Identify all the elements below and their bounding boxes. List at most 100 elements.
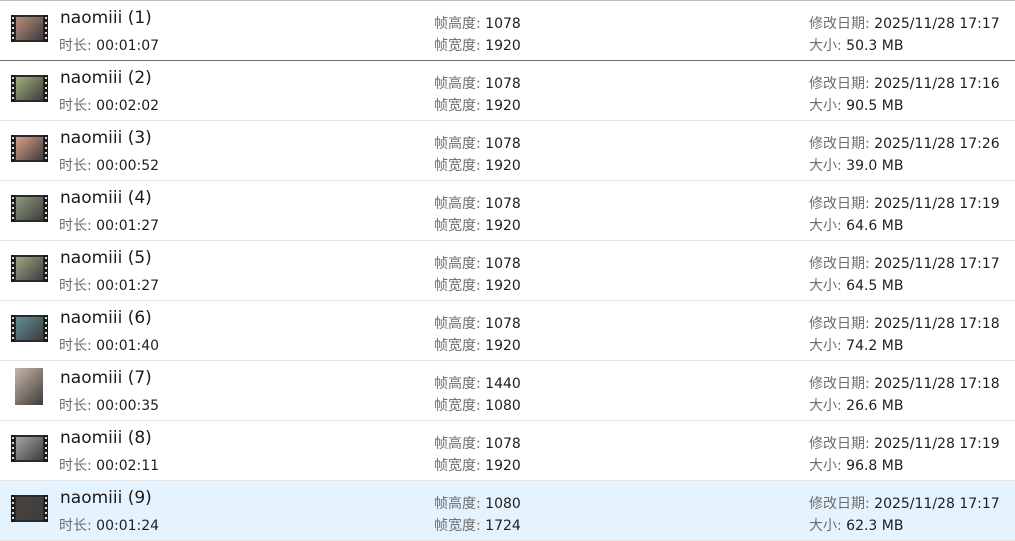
frame-width-field: 帧宽度: 1920	[434, 155, 521, 175]
frame-width-value: 1920	[485, 338, 521, 354]
file-size-field: 大小: 90.5 MB	[809, 95, 903, 115]
frame-width-label: 帧宽度:	[434, 398, 481, 414]
frame-height-label: 帧高度:	[434, 256, 481, 272]
modified-date-label: 修改日期:	[809, 136, 870, 152]
duration-label: 时长:	[59, 518, 92, 534]
duration-field: 时长: 00:02:11	[59, 455, 159, 475]
file-row[interactable]: naomiii (1) 时长: 00:01:07 帧高度: 1078 帧宽度: …	[0, 1, 1015, 61]
file-row[interactable]: naomiii (5) 时长: 00:01:27 帧高度: 1078 帧宽度: …	[0, 241, 1015, 301]
duration-label: 时长:	[59, 278, 92, 294]
frame-width-label: 帧宽度:	[434, 98, 481, 114]
duration-value: 00:00:52	[96, 158, 160, 174]
duration-value: 00:01:27	[96, 218, 160, 234]
modified-date-field: 修改日期: 2025/11/28 17:17	[809, 493, 1000, 513]
modified-date-value: 2025/11/28 17:17	[874, 256, 1000, 272]
modified-date-label: 修改日期:	[809, 76, 870, 92]
frame-height-value: 1440	[485, 376, 521, 392]
modified-date-value: 2025/11/28 17:19	[874, 196, 1000, 212]
frame-height-value: 1078	[485, 436, 521, 452]
frame-width-label: 帧宽度:	[434, 158, 481, 174]
modified-date-value: 2025/11/28 17:19	[874, 436, 1000, 452]
frame-height-field: 帧高度: 1078	[434, 193, 521, 213]
frame-height-value: 1078	[485, 16, 521, 32]
file-size-field: 大小: 39.0 MB	[809, 155, 903, 175]
file-size-field: 大小: 26.6 MB	[809, 395, 903, 415]
file-name[interactable]: naomiii (8)	[60, 428, 152, 448]
modified-date-field: 修改日期: 2025/11/28 17:18	[809, 313, 1000, 333]
frame-height-field: 帧高度: 1078	[434, 313, 521, 333]
modified-date-field: 修改日期: 2025/11/28 17:26	[809, 133, 1000, 153]
frame-height-value: 1078	[485, 196, 521, 212]
file-name[interactable]: naomiii (2)	[60, 68, 152, 88]
file-name[interactable]: naomiii (1)	[60, 8, 152, 28]
file-size-field: 大小: 74.2 MB	[809, 335, 903, 355]
frame-width-field: 帧宽度: 1920	[434, 95, 521, 115]
frame-height-label: 帧高度:	[434, 436, 481, 452]
file-row[interactable]: naomiii (7) 时长: 00:00:35 帧高度: 1440 帧宽度: …	[0, 361, 1015, 421]
duration-label: 时长:	[59, 338, 92, 354]
file-list[interactable]: naomiii (1) 时长: 00:01:07 帧高度: 1078 帧宽度: …	[0, 0, 1015, 541]
file-name[interactable]: naomiii (9)	[60, 488, 152, 508]
duration-label: 时长:	[59, 458, 92, 474]
duration-label: 时长:	[59, 38, 92, 54]
video-thumbnail-icon	[11, 315, 48, 342]
file-size-value: 39.0 MB	[846, 158, 904, 174]
frame-height-value: 1078	[485, 316, 521, 332]
file-row[interactable]: naomiii (3) 时长: 00:00:52 帧高度: 1078 帧宽度: …	[0, 121, 1015, 181]
file-row[interactable]: naomiii (2) 时长: 00:02:02 帧高度: 1078 帧宽度: …	[0, 61, 1015, 121]
file-row[interactable]: naomiii (9) 时长: 00:01:24 帧高度: 1080 帧宽度: …	[0, 481, 1015, 541]
file-row[interactable]: naomiii (6) 时长: 00:01:40 帧高度: 1078 帧宽度: …	[0, 301, 1015, 361]
modified-date-value: 2025/11/28 17:18	[874, 376, 1000, 392]
file-size-value: 74.2 MB	[846, 338, 904, 354]
frame-height-value: 1078	[485, 76, 521, 92]
file-name[interactable]: naomiii (7)	[60, 368, 152, 388]
duration-value: 00:01:27	[96, 278, 160, 294]
frame-width-value: 1920	[485, 218, 521, 234]
duration-label: 时长:	[59, 158, 92, 174]
modified-date-value: 2025/11/28 17:18	[874, 316, 1000, 332]
file-size-field: 大小: 62.3 MB	[809, 515, 903, 535]
frame-height-label: 帧高度:	[434, 376, 481, 392]
file-size-value: 64.5 MB	[846, 278, 904, 294]
file-size-value: 64.6 MB	[846, 218, 904, 234]
file-size-value: 62.3 MB	[846, 518, 904, 534]
duration-value: 00:02:11	[96, 458, 160, 474]
frame-height-label: 帧高度:	[434, 196, 481, 212]
file-name[interactable]: naomiii (3)	[60, 128, 152, 148]
frame-width-value: 1920	[485, 98, 521, 114]
modified-date-value: 2025/11/28 17:17	[874, 496, 1000, 512]
frame-height-label: 帧高度:	[434, 316, 481, 332]
video-thumbnail-icon	[11, 135, 48, 162]
frame-height-value: 1078	[485, 136, 521, 152]
file-row[interactable]: naomiii (4) 时长: 00:01:27 帧高度: 1078 帧宽度: …	[0, 181, 1015, 241]
frame-width-field: 帧宽度: 1920	[434, 215, 521, 235]
duration-field: 时长: 00:01:27	[59, 275, 159, 295]
file-size-field: 大小: 64.6 MB	[809, 215, 903, 235]
duration-label: 时长:	[59, 398, 92, 414]
duration-value: 00:02:02	[96, 98, 160, 114]
file-name[interactable]: naomiii (6)	[60, 308, 152, 328]
modified-date-field: 修改日期: 2025/11/28 17:19	[809, 433, 1000, 453]
frame-width-label: 帧宽度:	[434, 278, 481, 294]
modified-date-label: 修改日期:	[809, 196, 870, 212]
frame-height-label: 帧高度:	[434, 16, 481, 32]
file-size-field: 大小: 96.8 MB	[809, 455, 903, 475]
file-size-label: 大小:	[809, 38, 842, 54]
duration-field: 时长: 00:01:40	[59, 335, 159, 355]
video-thumbnail-icon	[11, 195, 48, 222]
file-row[interactable]: naomiii (8) 时长: 00:02:11 帧高度: 1078 帧宽度: …	[0, 421, 1015, 481]
frame-height-field: 帧高度: 1080	[434, 493, 521, 513]
file-size-value: 96.8 MB	[846, 458, 904, 474]
frame-width-field: 帧宽度: 1920	[434, 275, 521, 295]
frame-height-field: 帧高度: 1440	[434, 373, 521, 393]
frame-width-label: 帧宽度:	[434, 218, 481, 234]
file-name[interactable]: naomiii (4)	[60, 188, 152, 208]
file-name[interactable]: naomiii (5)	[60, 248, 152, 268]
file-size-label: 大小:	[809, 98, 842, 114]
frame-width-field: 帧宽度: 1920	[434, 35, 521, 55]
file-size-label: 大小:	[809, 218, 842, 234]
duration-field: 时长: 00:00:35	[59, 395, 159, 415]
frame-width-value: 1920	[485, 38, 521, 54]
frame-width-label: 帧宽度:	[434, 458, 481, 474]
file-size-label: 大小:	[809, 458, 842, 474]
